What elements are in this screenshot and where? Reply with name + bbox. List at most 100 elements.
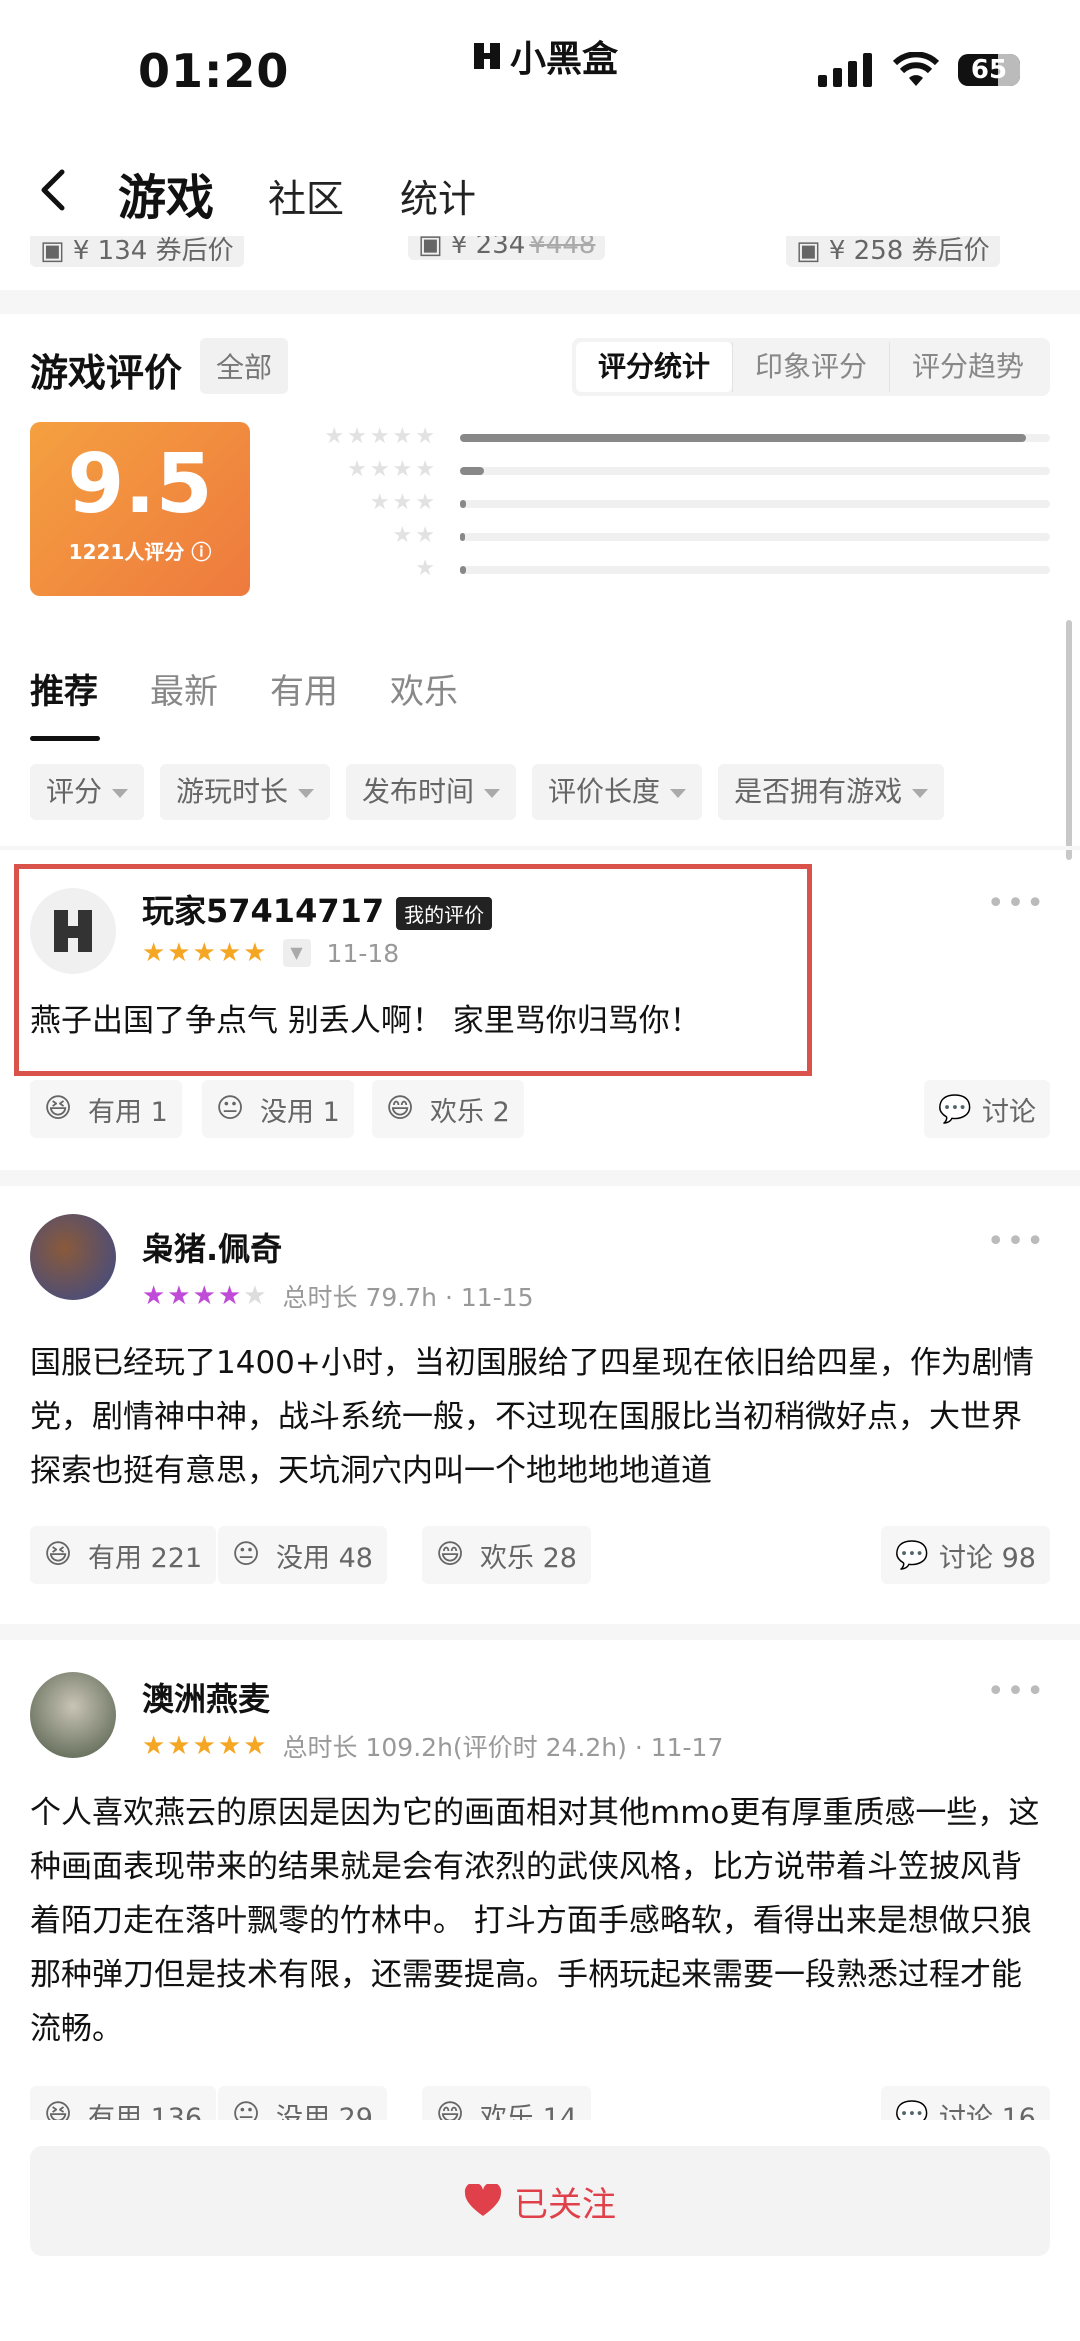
segment-rating-stats[interactable]: 评分统计 [575,342,732,392]
divider [0,846,1080,850]
useful-button[interactable]: 😆 有用 221 [30,1526,217,1584]
distribution-bar [460,467,1050,475]
laugh-face-icon: 😆 [44,1539,73,1570]
distribution-bar [460,434,1050,442]
fun-button[interactable]: 😄 欢乐 2 [372,1080,524,1138]
distribution-fill [460,434,1027,442]
laugh-face-icon: 😆 [44,1093,73,1124]
distribution-bar [460,500,1050,508]
tab-recommended[interactable]: 推荐 [30,664,98,713]
review-meta: 总时长 109.2h(评价时 24.2h) · 11-17 [282,1733,724,1762]
filter-owned[interactable]: 是否拥有游戏 [718,764,945,820]
distribution-row: ★★ [280,519,1050,552]
help-icon[interactable]: ⓘ [191,540,211,564]
distribution-bar [460,566,1050,574]
fun-button[interactable]: 😄 欢乐 28 [422,1526,591,1584]
status-bar: 01:20 小黑盒 65 [0,0,1080,130]
username[interactable]: 澳洲燕麦 [142,1674,270,1720]
score-value: 9.5 [67,437,213,532]
discuss-button[interactable]: 💬 讨论 98 [881,1526,1050,1584]
distribution-stars: ★★ [392,523,438,548]
distribution-row: ★★★★★ [280,420,1050,453]
useful-button[interactable]: 😆 有用 1 [30,1080,182,1138]
distribution-fill [460,566,466,574]
star-rating: ★★★★★ [142,1731,269,1761]
more-icon[interactable]: ••• [987,1674,1046,1709]
smile-face-icon: 😄 [436,1539,465,1570]
distribution-stars: ★★★ [369,490,438,515]
review-meta: 总时长 79.7h · 11-15 [282,1283,534,1312]
segment-impression[interactable]: 印象评分 [731,342,889,392]
caret-down-icon [670,788,687,798]
segment-trend[interactable]: 评分趋势 [888,342,1046,392]
filter-publish-time[interactable]: 发布时间 [346,764,517,820]
distribution-row: ★★★★ [280,453,1050,486]
rating-count: 1221人评分 [68,540,185,564]
filter-rating[interactable]: 评分 [30,764,145,820]
heart-icon [464,2184,502,2216]
neutral-face-icon: 😐 [216,1093,245,1124]
more-icon[interactable]: ••• [987,1224,1046,1259]
tab-fun[interactable]: 欢乐 [390,664,458,713]
signal-icon [818,53,872,87]
smile-face-icon: 😄 [386,1093,415,1124]
tab-latest[interactable]: 最新 [150,664,218,713]
discuss-button[interactable]: 💬 讨论 [924,1080,1050,1138]
review-card[interactable]: 澳洲燕麦 ★★★★★ 总时长 109.2h(评价时 24.2h) · 11-17… [0,1650,1080,2144]
avatar[interactable] [30,1214,116,1300]
chat-icon: 💬 [938,1094,972,1125]
score-card: 9.5 1221人评分 ⓘ [30,422,250,596]
useless-button[interactable]: 😐 没用 48 [218,1526,387,1584]
app-indicator: 小黑盒 [470,30,618,82]
distribution-bar [460,533,1050,541]
caret-down-icon [298,788,315,798]
distribution-row: ★★★ [280,486,1050,519]
divider [0,290,1080,314]
tab-useful[interactable]: 有用 [270,664,338,713]
star-rating: ★★★★★ [142,1281,269,1311]
review-text: 国服已经玩了1400+小时，当初国服给了四星现在依旧给四星，作为剧情党，剧情神中… [30,1345,1034,1489]
wifi-icon [892,52,940,86]
review-card[interactable]: 枭猪.佩奇 ★★★★★ 总时长 79.7h · 11-15 ••• 国服已经玩了… [0,1200,1080,1620]
price-tag[interactable]: ▣ ¥ 234 ¥448 [408,236,606,260]
filter-length[interactable]: 评价长度 [532,764,703,820]
follow-button[interactable]: 已关注 [30,2146,1050,2256]
top-nav: 游戏 社区 统计 [0,140,1080,240]
distribution-stars: ★ [415,556,438,581]
neutral-face-icon: 😐 [232,1539,261,1570]
tab-game[interactable]: 游戏 [118,158,214,228]
divider [0,1624,1080,1640]
status-time: 01:20 [138,44,290,98]
rating-distribution: ★★★★★ ★★★★ ★★★ ★★ ★ [280,420,1050,585]
heybox-logo-icon [474,43,500,69]
distribution-fill [460,533,465,541]
tab-community[interactable]: 社区 [268,168,344,223]
rating-segmented-control: 评分统计 印象评分 评分趋势 [571,338,1050,396]
price-tag[interactable]: ▣ ¥ 134 券后价 [30,236,244,267]
distribution-fill [460,467,484,475]
useless-button[interactable]: 😐 没用 1 [202,1080,354,1138]
tab-stats[interactable]: 统计 [400,168,476,223]
price-tag[interactable]: ▣ ¥ 258 券后价 [786,236,1000,267]
distribution-row: ★ [280,552,1050,585]
chat-icon: 💬 [895,1540,929,1571]
distribution-fill [460,500,466,508]
filter-playtime[interactable]: 游玩时长 [160,764,331,820]
rating-section-title: 游戏评价 [30,351,183,395]
distribution-stars: ★★★★★ [324,424,438,449]
caret-down-icon [484,788,501,798]
back-icon[interactable] [30,166,78,214]
price-row: ▣ ¥ 134 券后价 ▣ ¥ 234 ¥448 ▣ ¥ 258 券后价 [0,236,1080,270]
caret-down-icon [112,788,129,798]
username[interactable]: 枭猪.佩奇 [142,1224,282,1270]
review-tabs: 推荐 最新 有用 欢乐 [30,664,458,713]
rating-filter-chip[interactable]: 全部 [200,338,289,394]
review-text: 个人喜欢燕云的原因是因为它的画面相对其他mmo更有厚重质感一些，这种画面表现带来… [30,1795,1040,2047]
tab-underline [30,736,100,741]
highlight-box [14,864,812,1076]
caret-down-icon [912,788,929,798]
more-icon[interactable]: ••• [987,886,1046,921]
avatar[interactable] [30,1672,116,1758]
scrollbar[interactable] [1066,620,1072,860]
app-name: 小黑盒 [510,39,619,80]
